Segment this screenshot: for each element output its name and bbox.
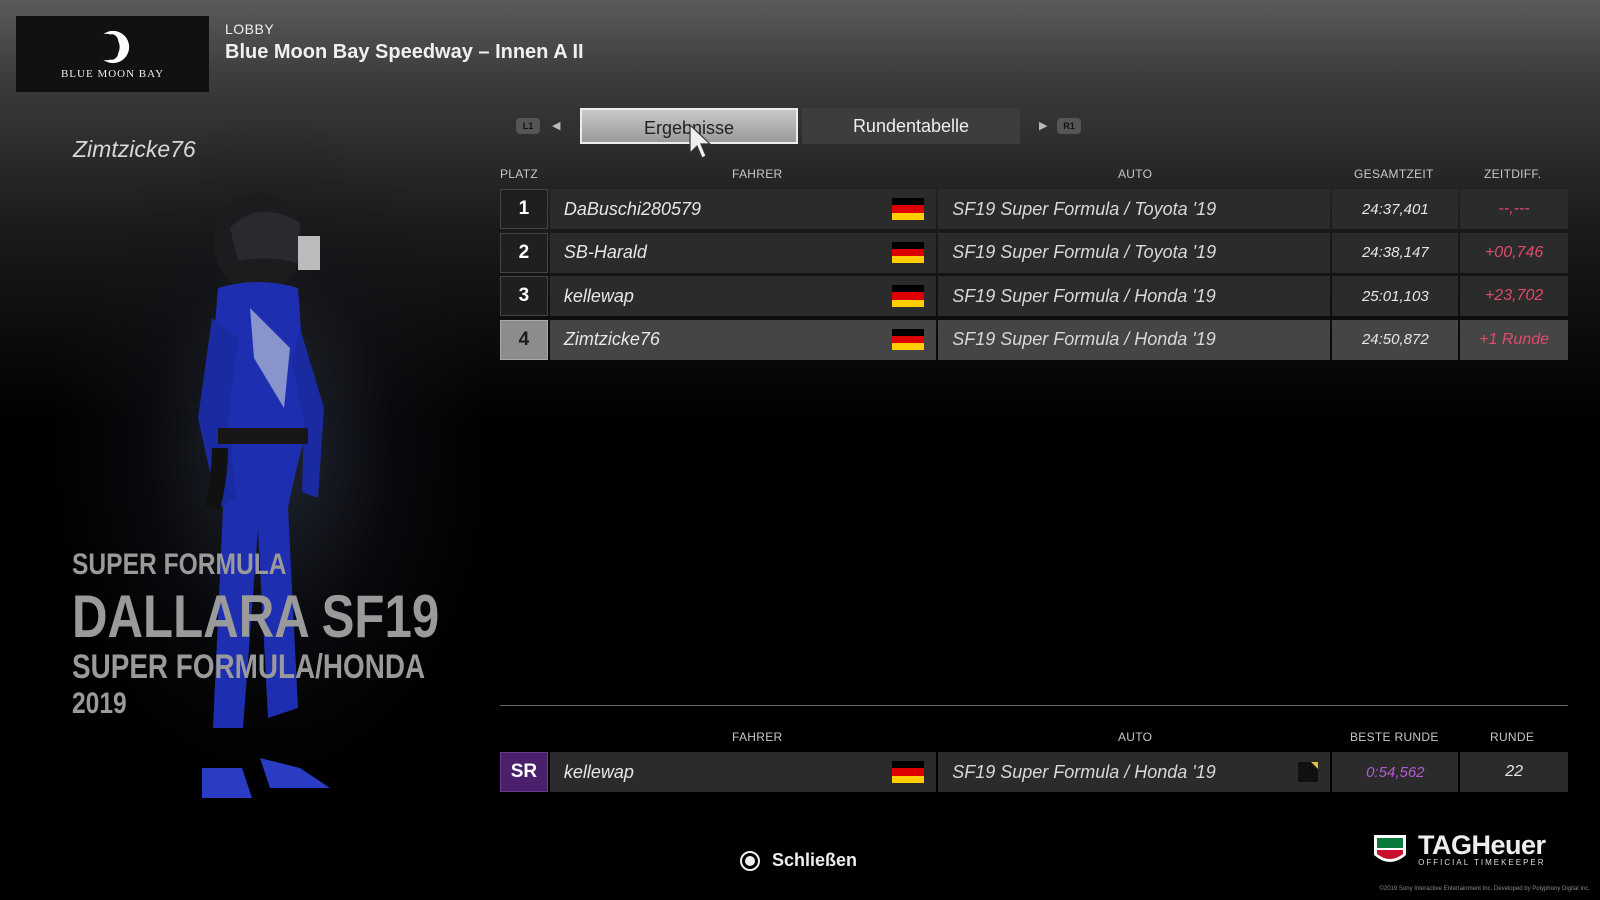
logo-text: BLUE MOON BAY: [60, 68, 165, 80]
header-time-diff: ZEITDIFF.: [1484, 167, 1542, 181]
tuning-badge-icon: [1298, 762, 1319, 782]
driver-figure: [198, 193, 330, 798]
table-row[interactable]: 1 DaBuschi280579 SF19 Super Formula / To…: [500, 189, 1568, 229]
total-time-cell: 24:50,872: [1332, 319, 1459, 360]
tag-heuer-shield-icon: [1374, 834, 1406, 862]
header-sr-driver: FAHRER: [732, 730, 783, 744]
header-pos: PLATZ: [500, 167, 538, 181]
car-cell: SF19 Super Formula / Honda '19: [938, 276, 1331, 316]
germany-flag-icon: [892, 198, 925, 220]
header-best-lap: BESTE RUNDE: [1350, 730, 1439, 744]
car-cell: SF19 Super Formula / Honda '19: [938, 752, 1331, 792]
header-driver: FAHRER: [732, 167, 783, 181]
total-time-cell: 25:01,103: [1332, 276, 1459, 316]
tab-lap-table[interactable]: Rundentabelle: [802, 108, 1020, 144]
l1-button-icon[interactable]: L1: [516, 118, 540, 134]
sponsor-subtitle: OFFICIAL TIMEKEEPER: [1418, 858, 1546, 867]
header-lap: RUNDE: [1490, 730, 1535, 744]
total-time-cell: 24:37,401: [1332, 189, 1459, 229]
tab-bar: L1 ◀ Ergebnisse Rundentabelle ▶ R1: [516, 108, 1086, 144]
time-diff-cell: +1 Runde: [1460, 319, 1568, 360]
fastest-lap-row: SR kellewap SF19 Super Formula / Honda '…: [500, 752, 1568, 796]
close-label: Schließen: [772, 850, 858, 870]
arrow-right-icon: ▶: [1039, 120, 1048, 132]
car-cell: SF19 Super Formula / Toyota '19: [938, 189, 1331, 229]
driver-cell: DaBuschi280579: [549, 189, 937, 229]
driver-cell: kellewap: [549, 276, 937, 316]
car-name: SF19 Super Formula / Honda '19: [952, 761, 1216, 782]
fastest-lap-badge: SR: [500, 752, 548, 792]
driver-name: SB-Harald: [563, 242, 647, 262]
track-logo: BLUE MOON BAY: [16, 16, 209, 92]
driver-name: kellewap: [563, 761, 634, 782]
table-row[interactable]: SR kellewap SF19 Super Formula / Honda '…: [500, 752, 1568, 792]
driver-name: DaBuschi280579: [563, 198, 702, 219]
germany-flag-icon: [892, 761, 925, 783]
results-table: 1 DaBuschi280579 SF19 Super Formula / To…: [500, 189, 1568, 363]
position-cell: 1: [500, 189, 548, 229]
header-sr-car: AUTO: [1118, 730, 1153, 744]
driver-cell: Zimtzicke76: [549, 319, 937, 360]
germany-flag-icon: [892, 328, 925, 351]
lap-number-cell: 22: [1460, 752, 1568, 792]
car-subtitle: SUPER FORMULA/HONDA: [72, 648, 426, 686]
car-cell: SF19 Super Formula / Honda '19: [938, 319, 1331, 360]
driver-cell: SB-Harald: [549, 232, 937, 273]
header-car: AUTO: [1118, 167, 1153, 181]
sponsor-logo: TAGHeuer OFFICIAL TIMEKEEPER: [1372, 832, 1546, 867]
driver-name: Zimtzicke76: [563, 329, 660, 349]
total-time-cell: 24:38,147: [1332, 232, 1459, 273]
position-cell: 3: [500, 276, 548, 316]
blue-moon-bay-icon: [93, 30, 129, 64]
player-name: Zimtzicke76: [73, 136, 196, 162]
position-cell: 2: [500, 232, 548, 273]
section-divider: [500, 705, 1568, 706]
best-lap-cell: 0:54,562: [1332, 752, 1459, 792]
table-row-current-player[interactable]: 4 Zimtzicke76 SF19 Super Formula / Honda…: [500, 319, 1568, 360]
section-label: LOBBY: [225, 21, 275, 37]
time-diff-cell: +23,702: [1460, 276, 1568, 316]
time-diff-cell: --,---: [1460, 189, 1568, 229]
copyright-text: ©2019 Sony Interactive Entertainment Inc…: [1379, 886, 1590, 892]
sponsor-name: TAGHeuer: [1418, 830, 1546, 860]
position-cell: 4: [500, 319, 548, 360]
header-total-time: GESAMTZEIT: [1354, 167, 1434, 181]
car-cell: SF19 Super Formula / Toyota '19: [938, 232, 1331, 273]
germany-flag-icon: [892, 285, 925, 307]
time-diff-cell: +00,746: [1460, 232, 1568, 273]
close-button[interactable]: Schließen: [740, 850, 857, 871]
driver-name: kellewap: [563, 285, 634, 306]
germany-flag-icon: [892, 241, 925, 264]
r1-button-icon[interactable]: R1: [1057, 118, 1081, 134]
car-year: 2019: [72, 687, 127, 720]
driver-cell: kellewap: [549, 752, 937, 792]
track-title: Blue Moon Bay Speedway – Innen A II: [225, 41, 584, 63]
car-model: DALLARA SF19: [72, 583, 440, 650]
arrow-left-icon: ◀: [552, 120, 561, 132]
car-series: SUPER FORMULA: [72, 548, 287, 581]
car-info: SUPER FORMULA DALLARA SF19 SUPER FORMULA…: [72, 548, 439, 722]
mouse-cursor-icon: [689, 123, 712, 159]
circle-button-icon: [740, 850, 760, 871]
table-row[interactable]: 3 kellewap SF19 Super Formula / Honda '1…: [500, 276, 1568, 316]
table-row[interactable]: 2 SB-Harald SF19 Super Formula / Toyota …: [500, 232, 1568, 273]
